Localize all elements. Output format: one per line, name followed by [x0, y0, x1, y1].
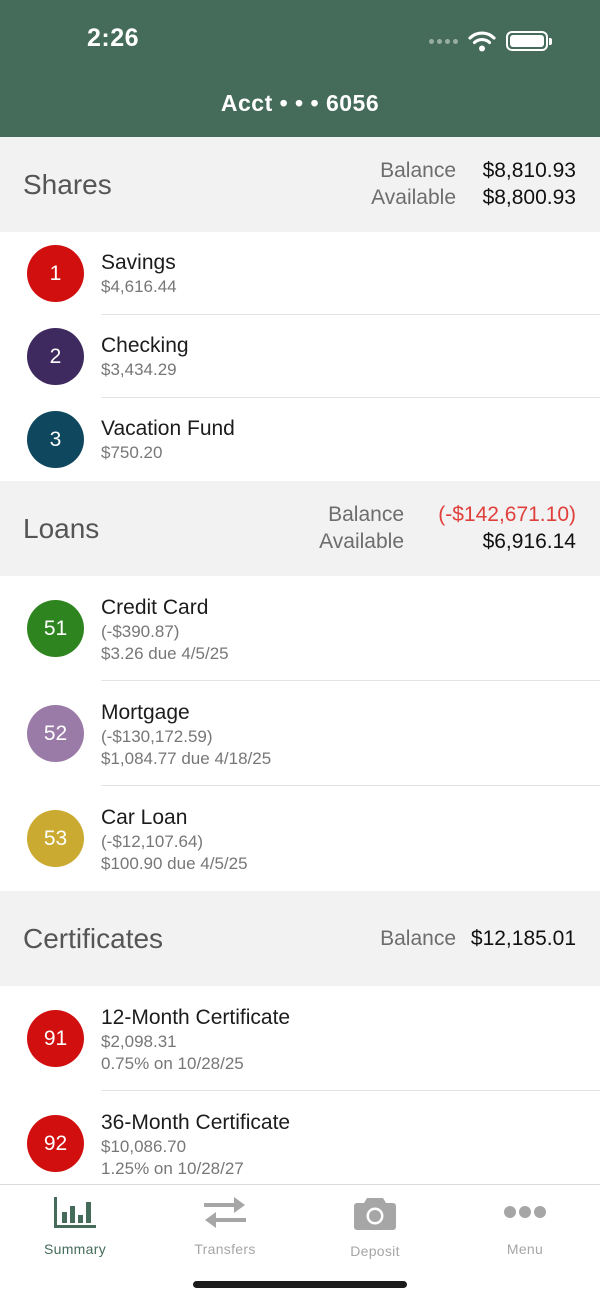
account-text: 36-Month Certificate $10,086.70 1.25% on… [101, 1110, 290, 1180]
account-amount: $2,098.31 [101, 1032, 177, 1051]
loans-available-row: Available $6,916.14 [319, 530, 576, 554]
account-badge: 3 [27, 411, 84, 468]
account-name: 36-Month Certificate [101, 1111, 291, 1134]
battery-level [510, 35, 544, 47]
section-title-loans: Loans [23, 512, 100, 544]
shares-balance-value: $8,810.93 [482, 159, 576, 182]
tab-transfers[interactable]: Transfers [150, 1195, 300, 1257]
account-payment-due: $1,084.77 due 4/18/25 [101, 749, 272, 768]
loans-balance-row: Balance (-$142,671.10) [319, 503, 576, 527]
account-name: Vacation Fund [101, 417, 235, 440]
shares-balance-row: Balance $8,810.93 [371, 159, 576, 183]
loans-summary: Balance (-$142,671.10) Available $6,916.… [319, 481, 576, 576]
account-text: Savings $4,616.44 [101, 250, 177, 298]
account-name: 12-Month Certificate [101, 1006, 291, 1029]
cellular-signal-icon [429, 38, 458, 44]
shares-section-header: Shares Balance $8,810.93 Available $8,80… [0, 137, 600, 232]
certificate-rate-maturity: 0.75% on 10/28/25 [101, 1054, 244, 1073]
certificates-balance-value: $12,185.01 [470, 926, 576, 950]
shares-available-value: $8,800.93 [482, 186, 576, 209]
account-name: Mortgage [101, 701, 190, 724]
shares-summary: Balance $8,810.93 Available $8,800.93 [371, 137, 576, 232]
tab-label: Summary [44, 1241, 106, 1257]
balance-label: Balance [380, 159, 456, 182]
tab-menu[interactable]: Menu [450, 1195, 600, 1257]
account-text: Credit Card (-$390.87) $3.26 due 4/5/25 [101, 595, 229, 665]
loans-available-value: $6,916.14 [482, 530, 576, 553]
account-payment-due: $3.26 due 4/5/25 [101, 644, 229, 663]
account-row-checking[interactable]: 2 Checking $3,434.29 [0, 315, 600, 398]
available-label: Available [319, 530, 404, 553]
accounts-list[interactable]: Shares Balance $8,810.93 Available $8,80… [0, 137, 600, 1184]
account-text: Vacation Fund $750.20 [101, 416, 235, 464]
account-amount: $10,086.70 [101, 1137, 187, 1156]
certificate-rate-maturity: 1.25% on 10/28/27 [101, 1159, 244, 1178]
account-badge: 91 [27, 1010, 84, 1067]
section-title-shares: Shares [23, 168, 112, 200]
account-row-mortgage[interactable]: 52 Mortgage (-$130,172.59) $1,084.77 due… [0, 681, 600, 786]
app-header: 2:26 Acct • • • 6056 [0, 0, 600, 137]
available-label: Available [371, 186, 456, 209]
account-row-savings[interactable]: 1 Savings $4,616.44 [0, 232, 600, 315]
app-screen: 2:26 Acct • • • 6056 Shares Balance $8,8… [0, 0, 600, 1300]
account-title: Acct • • • 6056 [220, 90, 380, 116]
bar-chart-icon [53, 1195, 97, 1229]
tab-label: Menu [506, 1241, 544, 1257]
account-name: Checking [101, 334, 189, 357]
account-text: Car Loan (-$12,107.64) $100.90 due 4/5/2… [101, 805, 248, 875]
transfer-arrows-icon [202, 1195, 248, 1229]
account-text: Mortgage (-$130,172.59) $1,084.77 due 4/… [101, 700, 271, 770]
balance-label: Balance [328, 503, 404, 526]
tab-label: Transfers [194, 1241, 256, 1257]
account-amount: (-$130,172.59) [101, 727, 213, 746]
account-amount: (-$12,107.64) [101, 832, 204, 851]
certificates-summary: Balance $12,185.01 [380, 891, 576, 986]
section-title-certificates: Certificates [23, 922, 164, 954]
account-amount: $3,434.29 [101, 360, 177, 379]
account-amount: $4,616.44 [101, 277, 177, 296]
tab-label: Deposit [350, 1243, 400, 1259]
certificates-balance-row: Balance $12,185.01 [380, 927, 576, 951]
account-name: Credit Card [101, 596, 209, 619]
loans-section-header: Loans Balance (-$142,671.10) Available $… [0, 481, 600, 576]
account-amount: (-$390.87) [101, 622, 180, 641]
camera-icon [353, 1195, 397, 1231]
tab-summary[interactable]: Summary [0, 1195, 150, 1257]
account-badge: 53 [27, 810, 84, 867]
tab-deposit[interactable]: Deposit [300, 1195, 450, 1259]
more-dots-icon [503, 1195, 547, 1229]
account-text: 12-Month Certificate $2,098.31 0.75% on … [101, 1005, 290, 1075]
account-badge: 2 [27, 328, 84, 385]
account-name: Savings [101, 251, 176, 274]
account-amount: $750.20 [101, 443, 163, 462]
shares-available-row: Available $8,800.93 [371, 186, 576, 210]
balance-label: Balance [380, 926, 456, 950]
account-row-vacation-fund[interactable]: 3 Vacation Fund $750.20 [0, 398, 600, 481]
account-badge: 52 [27, 705, 84, 762]
account-payment-due: $100.90 due 4/5/25 [101, 854, 248, 873]
account-row-car-loan[interactable]: 53 Car Loan (-$12,107.64) $100.90 due 4/… [0, 786, 600, 891]
loans-balance-value: (-$142,671.10) [438, 503, 576, 526]
account-row-credit-card[interactable]: 51 Credit Card (-$390.87) $3.26 due 4/5/… [0, 576, 600, 681]
certificates-section-header: Certificates Balance $12,185.01 [0, 891, 600, 986]
account-text: Checking $3,434.29 [101, 333, 189, 381]
home-indicator[interactable] [193, 1281, 407, 1288]
account-row-12-month-certificate[interactable]: 91 12-Month Certificate $2,098.31 0.75% … [0, 986, 600, 1091]
wifi-icon [468, 31, 496, 52]
account-badge: 92 [27, 1115, 84, 1172]
status-time: 2:26 [87, 24, 140, 52]
status-icons [429, 28, 552, 54]
account-row-36-month-certificate[interactable]: 92 36-Month Certificate $10,086.70 1.25%… [0, 1091, 600, 1184]
account-name: Car Loan [101, 806, 188, 829]
battery-icon [506, 31, 552, 51]
account-badge: 1 [27, 245, 84, 302]
account-badge: 51 [27, 600, 84, 657]
